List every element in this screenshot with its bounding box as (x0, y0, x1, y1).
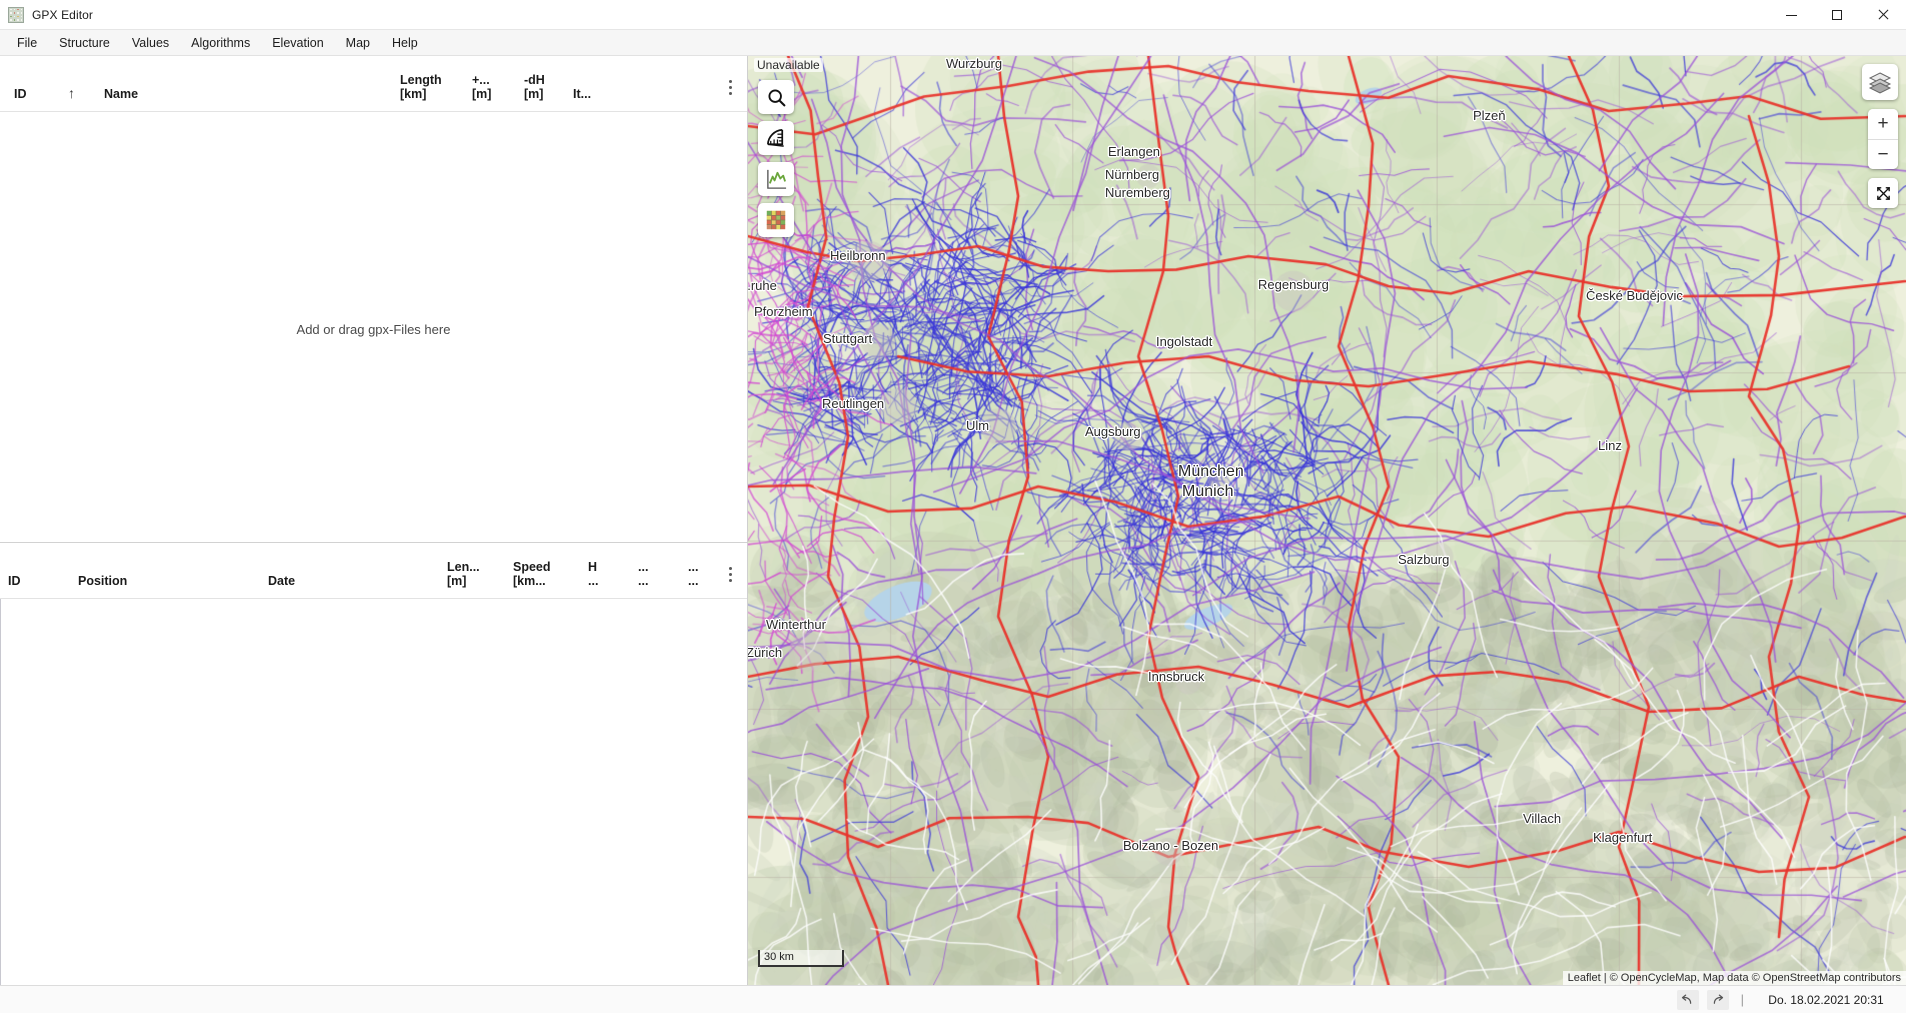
undo-button[interactable] (1676, 989, 1699, 1010)
menu-file[interactable]: File (6, 32, 48, 54)
app-icon (8, 6, 24, 23)
column-label: +... (472, 73, 490, 87)
points-col-len-3[interactable]: Len... [m] (447, 560, 480, 588)
close-icon (1877, 9, 1889, 21)
drop-files-hint: Add or drag gpx-Files here (296, 322, 451, 337)
tracks-col-more-1[interactable]: ↑ (68, 86, 75, 101)
column-label: Position (78, 574, 128, 588)
map-unavailable-label: Unavailable (754, 58, 823, 72)
column-label: ... (638, 560, 649, 574)
points-col-id-0[interactable]: ID (8, 574, 21, 588)
column-label: Len... (447, 560, 480, 574)
column-label: H (588, 560, 598, 574)
column-unit: ... (638, 574, 649, 588)
column-label: It... (573, 87, 592, 101)
column-label: Name (104, 87, 139, 101)
points-table-body[interactable] (0, 599, 747, 985)
left-pane: ID ↑ Name Length [km] +... [m] -dH [m] It... Add … (0, 56, 748, 985)
points-col-date-2[interactable]: Date (268, 574, 295, 588)
tracks-table-menu-button[interactable] (723, 77, 737, 97)
measure-button[interactable] (758, 121, 794, 155)
layers-button[interactable] (1862, 64, 1898, 100)
redo-button[interactable] (1706, 989, 1729, 1010)
title-bar: GPX Editor (0, 0, 1906, 30)
map-canvas[interactable] (748, 56, 1906, 985)
column-unit: [m] (447, 574, 467, 588)
tracks-table-body[interactable]: Add or drag gpx-Files here (0, 112, 747, 542)
column-label: Date (268, 574, 296, 588)
menu-values[interactable]: Values (121, 32, 180, 54)
column-unit: ... (688, 574, 699, 588)
points-col-position-1[interactable]: Position (78, 574, 127, 588)
points-col-more-6[interactable]: ...... (638, 560, 648, 588)
elevation-profile-button[interactable] (758, 162, 794, 196)
column-unit: ... (588, 574, 599, 588)
column-label: ... (688, 560, 699, 574)
points-table-menu-button[interactable] (723, 564, 737, 584)
tracks-table-panel: ID ↑ Name Length [km] +... [m] -dH [m] It... Add … (0, 56, 747, 543)
main-split: ID ↑ Name Length [km] +... [m] -dH [m] It... Add … (0, 56, 1906, 985)
measure-ruler-icon (766, 128, 784, 147)
status-datetime: Do. 18.02.2021 20:31 (1768, 992, 1884, 1007)
column-label: ↑ (68, 85, 75, 101)
maximize-icon (1832, 10, 1842, 20)
menu-bar: File Structure Values Algorithms Elevati… (0, 30, 1906, 56)
menu-structure[interactable]: Structure (48, 32, 121, 54)
map-attribution[interactable]: Leaflet | © OpenCycleMap, Map data © Ope… (1562, 971, 1906, 985)
fit-bounds-control (1868, 178, 1898, 208)
fit-bounds-button[interactable] (1868, 178, 1898, 208)
menu-map[interactable]: Map (335, 32, 381, 54)
status-separator: | (1740, 992, 1744, 1007)
panel-left-edge (0, 599, 1, 985)
minimize-button[interactable] (1768, 0, 1814, 30)
tracks-col-name-2[interactable]: Name (104, 87, 138, 101)
window-title: GPX Editor (32, 7, 94, 22)
points-col-h-5[interactable]: H... (588, 560, 598, 588)
column-unit: [km] (400, 87, 427, 101)
zoom-controls: + − (1868, 109, 1898, 169)
maximize-button[interactable] (1814, 0, 1860, 30)
column-label: -dH (524, 73, 545, 87)
column-label: Length (400, 73, 442, 87)
points-table-panel: ID Position Date Len... [m] Speed [km... H.....… (0, 543, 747, 985)
tracks-col-id-0[interactable]: ID (14, 87, 27, 101)
column-label: Speed (513, 560, 551, 574)
elevation-profile-icon (766, 169, 786, 189)
color-grid-icon (766, 210, 786, 230)
map-tool-buttons (758, 80, 794, 237)
column-label: ID (14, 87, 27, 101)
gpx-editor-window: GPX Editor File Structure Values Algorit… (0, 0, 1906, 1013)
map-scale-bar: 30 km (758, 950, 844, 967)
map-pane[interactable]: Unavailable + − 30 km Leaflet | © OpenCy… (748, 56, 1906, 985)
zoom-in-button[interactable]: + (1868, 109, 1898, 139)
color-grid-button[interactable] (758, 203, 794, 237)
layers-stack-icon (1868, 72, 1892, 94)
zoom-out-button[interactable]: − (1868, 139, 1898, 169)
column-unit: [m] (524, 87, 544, 101)
fit-bounds-icon (1876, 186, 1890, 200)
close-button[interactable] (1860, 0, 1906, 30)
search-icon (767, 88, 785, 106)
tracks-col-it-6[interactable]: It... (573, 87, 591, 101)
tracks-col-more-4[interactable]: +... [m] (472, 73, 491, 101)
column-label: ID (8, 574, 21, 588)
column-unit: [km... (513, 574, 546, 588)
map-controls: + − (1862, 64, 1898, 208)
tracks-col-dh-5[interactable]: -dH [m] (524, 73, 545, 101)
status-bar: | Do. 18.02.2021 20:31 (0, 985, 1906, 1013)
column-unit: [m] (472, 87, 492, 101)
menu-elevation[interactable]: Elevation (261, 32, 334, 54)
redo-arrow-icon (1713, 994, 1724, 1004)
search-button[interactable] (758, 80, 794, 114)
tracks-col-length-3[interactable]: Length [km] (400, 73, 442, 101)
menu-algorithms[interactable]: Algorithms (180, 32, 261, 54)
tracks-table-header: ID ↑ Name Length [km] +... [m] -dH [m] It... (0, 56, 747, 112)
window-controls (1768, 0, 1906, 30)
menu-help[interactable]: Help (381, 32, 429, 54)
undo-arrow-icon (1681, 994, 1692, 1004)
points-col-more-7[interactable]: ...... (688, 560, 698, 588)
points-table-header: ID Position Date Len... [m] Speed [km... H.....… (0, 543, 747, 599)
minimize-icon (1785, 14, 1797, 16)
points-col-speed-4[interactable]: Speed [km... (513, 560, 551, 588)
